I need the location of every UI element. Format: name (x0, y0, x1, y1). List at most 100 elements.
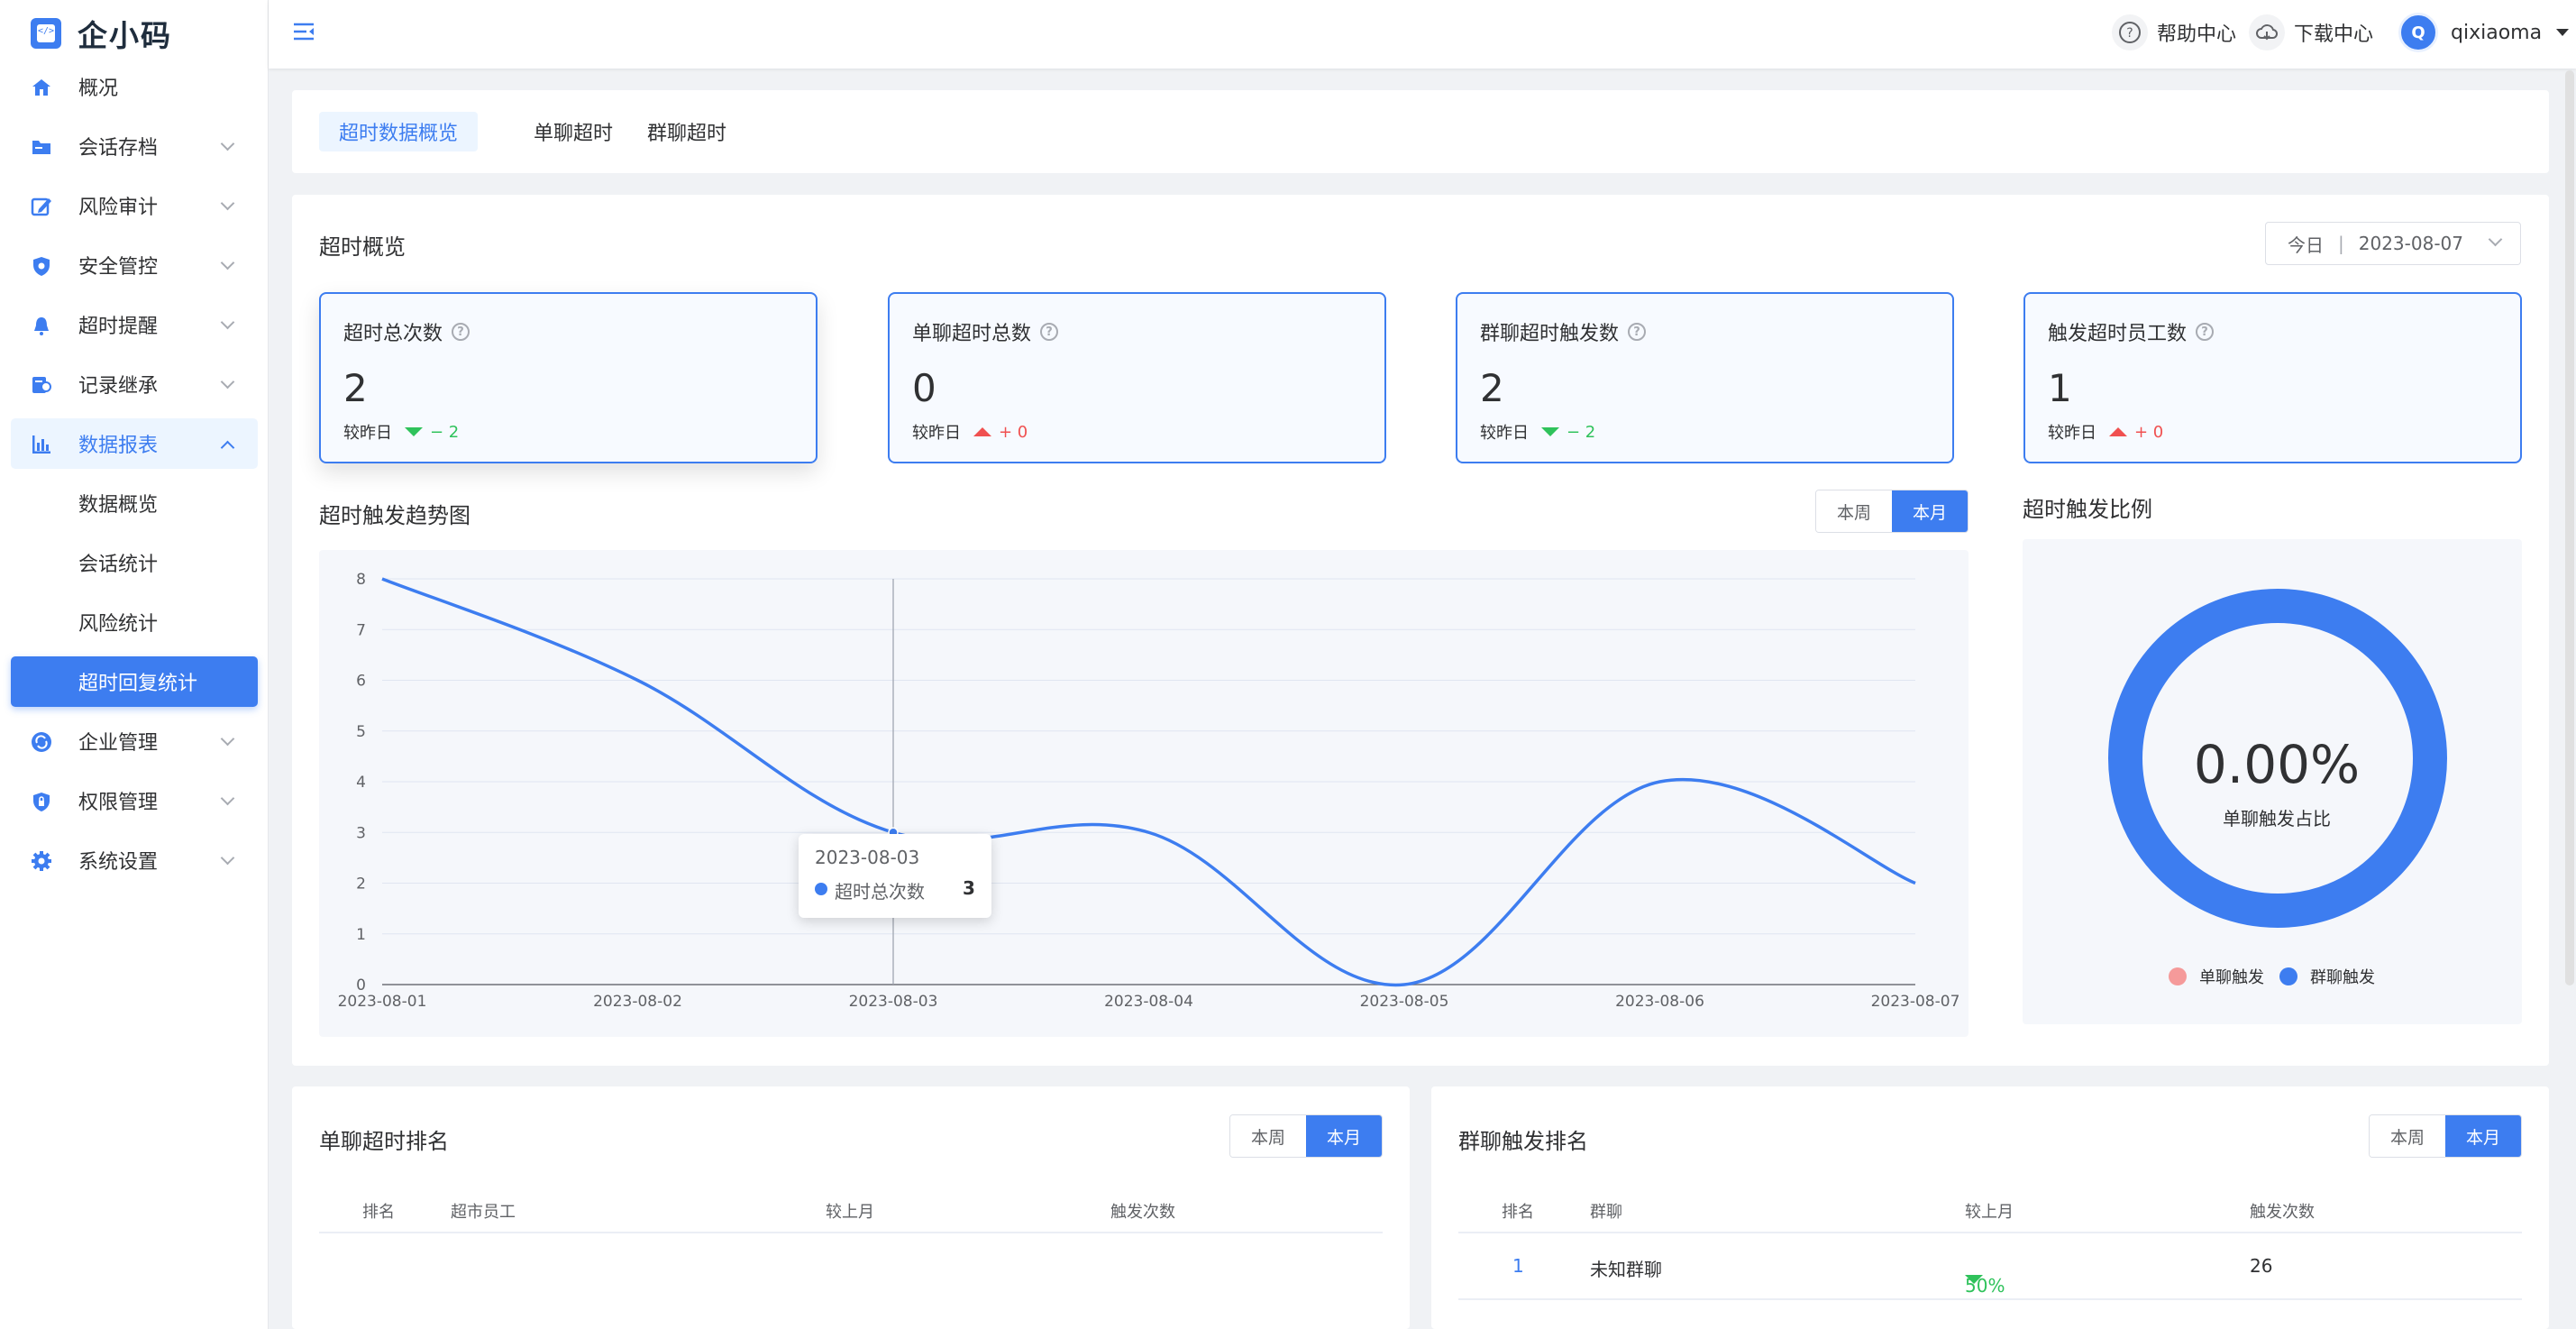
week-button[interactable]: 本周 (2370, 1115, 2445, 1157)
x-tick-label: 2023-08-03 (849, 993, 938, 1011)
x-tick-label: 2023-08-06 (1615, 993, 1704, 1011)
y-tick-label: 6 (356, 673, 366, 691)
menu-collapse-icon[interactable] (292, 22, 315, 41)
sidebar-item-label: 超时提醒 (78, 316, 159, 338)
sidebar-subitem-timeout-reply-stats[interactable]: 超时回复统计 (11, 656, 258, 707)
y-tick-label: 4 (356, 774, 366, 792)
home-icon (32, 79, 50, 96)
question-icon[interactable]: ? (1040, 323, 1059, 341)
sidebar-item-label: 权限管理 (78, 792, 159, 814)
trend-up-icon (2109, 427, 2127, 436)
tab-timeout-overview[interactable]: 超时数据概览 (319, 112, 479, 151)
row-rank: 1 (1512, 1255, 1524, 1277)
sidebar-item-data-report[interactable]: 数据报表 (11, 418, 258, 469)
kpi-delta: − 2 (1567, 422, 1596, 442)
help-center-label: 帮助中心 (2157, 23, 2237, 46)
sync-icon (32, 732, 51, 752)
sidebar-item-label: 系统设置 (78, 851, 159, 874)
caret-down-icon (2556, 29, 2570, 36)
sidebar-item-label: 安全管控 (78, 256, 159, 279)
kpi-card-total-timeouts[interactable]: 超时总次数? 2 较昨日 − 2 (319, 292, 818, 463)
y-tick-label: 0 (356, 976, 366, 994)
chevron-down-icon (220, 255, 235, 270)
legend-single[interactable]: 单聊触发 (2169, 965, 2264, 988)
kpi-label: 单聊超时总数 (912, 323, 1032, 345)
tab-group-timeout[interactable]: 群聊超时 (627, 112, 746, 151)
row-group-name: 未知群聊 (1590, 1259, 1662, 1280)
chevron-down-icon (220, 731, 235, 747)
chevron-down-icon (220, 136, 235, 151)
date-range-label: 今日 (2288, 234, 2324, 256)
sidebar-item-security[interactable]: 安全管控 (11, 240, 258, 290)
user-name: qixiaoma (2451, 21, 2543, 44)
date-picker[interactable]: 今日 | 2023-08-07 (2265, 222, 2521, 265)
help-center-link[interactable]: ? 帮助中心 (2112, 14, 2236, 50)
legend-group[interactable]: 群聊触发 (2279, 965, 2375, 988)
sidebar-subitem-session-stats[interactable]: 会话统计 (11, 537, 258, 588)
chevron-down-icon (220, 315, 235, 330)
col-group: 群聊 (1590, 1203, 1622, 1222)
question-icon[interactable]: ? (2196, 323, 2215, 341)
tab-single-timeout[interactable]: 单聊超时 (514, 112, 633, 151)
download-center-link[interactable]: 下载中心 (2249, 14, 2373, 50)
month-button[interactable]: 本月 (2445, 1115, 2521, 1157)
divider: | (2338, 233, 2344, 254)
week-button[interactable]: 本周 (1816, 490, 1892, 532)
y-tick-label: 3 (356, 824, 366, 842)
kpi-card-single-timeouts[interactable]: 单聊超时总数? 0 较昨日 + 0 (888, 292, 1386, 463)
trend-chart-title: 超时触发趋势图 (319, 503, 470, 528)
legend-label: 群聊触发 (2310, 968, 2375, 987)
sidebar-item-permission[interactable]: 权限管理 (11, 775, 258, 826)
app-name: 企小码 (78, 18, 172, 53)
trend-down-icon (405, 427, 423, 436)
group-rank-table-header: 排名 群聊 较上月 触发次数 (1458, 1187, 2522, 1233)
kpi-label: 群聊超时触发数 (1480, 323, 1620, 345)
sidebar-item-timeout-alert[interactable]: 超时提醒 (11, 299, 258, 350)
question-icon[interactable]: ? (1628, 323, 1647, 341)
kpi-label: 超时总次数 (343, 323, 443, 345)
sidebar: 企小码 概况 会话存档 风险审计 安全管控 超时提醒 记录继承 (0, 0, 269, 1329)
sidebar-subitem-risk-stats[interactable]: 风险统计 (11, 597, 258, 647)
kpi-delta: − 2 (430, 422, 460, 442)
sidebar-item-overview[interactable]: 概况 (11, 61, 258, 112)
page-scrollbar[interactable] (2565, 70, 2574, 985)
lock-shield-icon (33, 793, 50, 811)
kpi-card-timeout-employees[interactable]: 触发超时员工数? 1 较昨日 + 0 (2023, 292, 2522, 463)
table-row[interactable]: 1 未知群聊 50% 26 (1458, 1235, 2522, 1300)
legend-dot-group (2279, 967, 2297, 985)
trend-line-chart[interactable]: 0123456782023-08-01 2023-08-02 2023-08-03 2… (319, 550, 1969, 1037)
group-rank-title: 群聊触发排名 (1458, 1129, 1588, 1154)
app-logo[interactable]: 企小码 (31, 16, 172, 53)
shield-icon (33, 257, 50, 276)
sidebar-item-settings[interactable]: 系统设置 (11, 835, 258, 885)
chart-tooltip: 2023-08-03 超时总次数 3 (799, 834, 991, 918)
sidebar-item-enterprise[interactable]: 企业管理 (11, 716, 258, 766)
legend-dot-single (2169, 967, 2187, 985)
sidebar-item-record-inherit[interactable]: 记录继承 (11, 359, 258, 409)
kpi-compare-label: 较昨日 (912, 424, 961, 443)
ratio-subtitle: 单聊触发占比 (2223, 808, 2331, 829)
month-button[interactable]: 本月 (1306, 1115, 1382, 1157)
kpi-value: 2 (343, 366, 368, 410)
user-menu[interactable]: Q qixiaoma (2398, 13, 2570, 52)
legend-label: 单聊触发 (2199, 968, 2264, 987)
edit-icon (31, 197, 51, 216)
sidebar-item-archive[interactable]: 会话存档 (11, 121, 258, 171)
kpi-value: 2 (1480, 366, 1504, 410)
trend-period-toggle: 本周 本月 (1815, 490, 1969, 533)
overview-title: 超时概览 (319, 234, 406, 260)
kpi-compare-label: 较昨日 (343, 424, 392, 443)
ratio-percent: 0.00% (2193, 734, 2361, 795)
week-button[interactable]: 本周 (1230, 1115, 1306, 1157)
help-icon: ? (2112, 14, 2148, 50)
date-value: 2023-08-07 (2358, 233, 2463, 254)
month-button[interactable]: 本月 (1892, 490, 1968, 532)
single-rank-table-header: 排名 超市员工 较上月 触发次数 (319, 1187, 1383, 1233)
sidebar-subitem-data-overview[interactable]: 数据概览 (11, 478, 258, 528)
sidebar-menu: 概况 会话存档 风险审计 安全管控 超时提醒 记录继承 数据报表 数据概览 会话… (11, 61, 258, 894)
chevron-down-icon (220, 374, 235, 390)
kpi-card-group-timeouts[interactable]: 群聊超时触发数? 2 较昨日 − 2 (1456, 292, 1954, 463)
sidebar-item-risk-audit[interactable]: 风险审计 (11, 180, 258, 231)
svg-text:?: ? (2126, 26, 2133, 41)
question-icon[interactable]: ? (452, 323, 470, 341)
